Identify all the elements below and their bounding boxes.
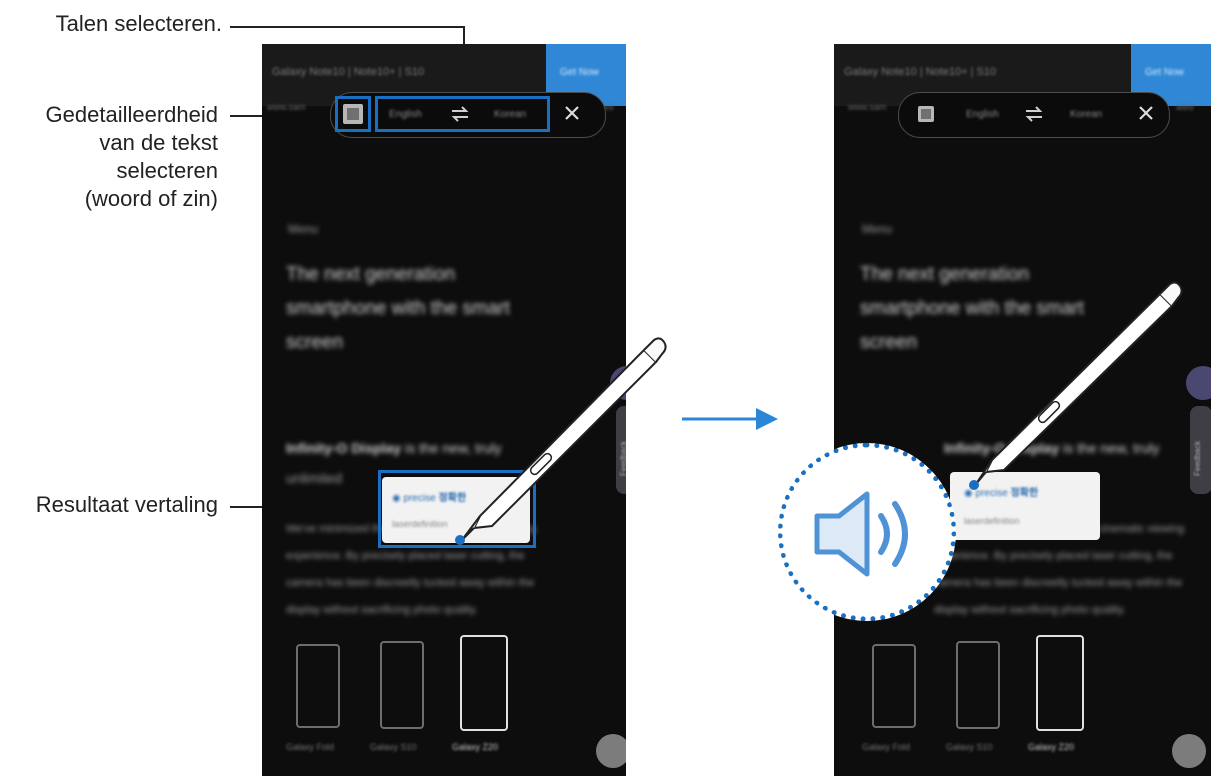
- side-text-left-2: www.sam: [848, 102, 887, 112]
- device-thumb-2b[interactable]: [956, 641, 1000, 729]
- source-language[interactable]: English: [389, 109, 422, 120]
- device-thumb-1b[interactable]: [872, 644, 916, 728]
- callout-select-languages: Talen selecteren.: [55, 11, 222, 36]
- device-label-1b: Galaxy Fold: [862, 742, 911, 752]
- device-label-3: Galaxy Z20: [452, 742, 499, 752]
- menu-label-2: Menu: [862, 222, 893, 236]
- side-text-left: www.sam: [267, 102, 306, 112]
- text-granularity-icon[interactable]: [343, 104, 363, 124]
- device-thumb-3[interactable]: [460, 635, 508, 731]
- device-label-2b: Galaxy S10: [946, 742, 993, 752]
- speaker-magnifier: [778, 443, 956, 621]
- text-granularity-icon-2[interactable]: [918, 106, 934, 122]
- device-label-2: Galaxy S10: [370, 742, 417, 752]
- speaker-volume-icon: [814, 491, 908, 577]
- device-thumb-2[interactable]: [380, 641, 424, 729]
- source-language-2[interactable]: English: [966, 109, 999, 120]
- callout-detail-line-1: Gedetailleerdheid: [45, 102, 218, 127]
- menu-label: Menu: [288, 222, 319, 236]
- device-label-3b: Galaxy Z20: [1028, 742, 1075, 752]
- section-line-2: unlimited: [286, 470, 343, 486]
- close-icon[interactable]: [564, 105, 580, 121]
- callout-detail-line-2: van de tekst: [99, 130, 218, 155]
- page-title-2: Galaxy Note10 | Note10+ | S10: [844, 66, 997, 78]
- scroll-top-button-2[interactable]: [1172, 734, 1206, 768]
- callout-detail-line-4: (woord of zin): [84, 186, 218, 211]
- arrow-right-icon: [682, 408, 778, 430]
- close-icon-2[interactable]: [1138, 105, 1154, 121]
- swap-icon-2[interactable]: [1024, 105, 1044, 123]
- device-thumb-1[interactable]: [296, 644, 340, 728]
- swap-icon[interactable]: [450, 105, 470, 123]
- leader-languages-h: [230, 26, 464, 28]
- side-text-right-2: ated: [1176, 102, 1194, 112]
- scroll-top-button[interactable]: [596, 734, 626, 768]
- translation-sub-2: laserdefinition: [964, 516, 1020, 526]
- callout-translation-result: Resultaat vertaling: [35, 492, 218, 517]
- target-language-2[interactable]: Korean: [1070, 109, 1102, 120]
- callout-detail-line-3: selecteren: [116, 158, 218, 183]
- callout-text-detail: Gedetailleerdheid van de tekst selectere…: [0, 101, 218, 213]
- device-label-1: Galaxy Fold: [286, 742, 335, 752]
- device-thumb-3b[interactable]: [1036, 635, 1084, 731]
- target-language[interactable]: Korean: [494, 109, 526, 120]
- s-pen-right: [969, 281, 1183, 490]
- page-title: Galaxy Note10 | Note10+ | S10: [272, 66, 425, 78]
- s-pen-left: [455, 337, 667, 545]
